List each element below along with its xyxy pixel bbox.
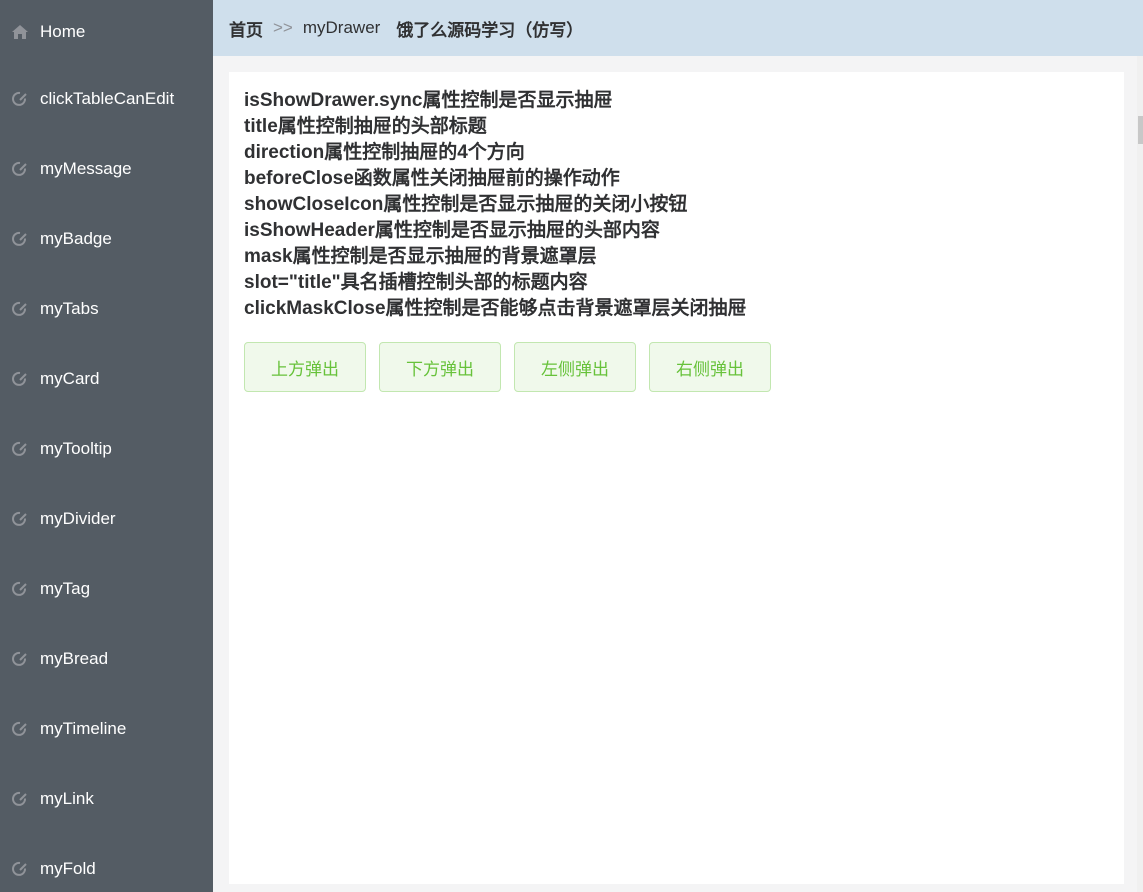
sidebar-item-clicktablecanedit[interactable]: clickTableCanEdit — [0, 64, 213, 134]
edit-icon — [10, 509, 30, 529]
breadcrumb: 首页 >> myDrawer 饿了么源码学习（仿写） — [213, 0, 1143, 56]
open-left-drawer-button[interactable]: 左侧弹出 — [514, 342, 636, 392]
description-line: direction属性控制抽屉的4个方向 — [244, 142, 525, 163]
open-right-drawer-button[interactable]: 右侧弹出 — [649, 342, 771, 392]
home-icon — [10, 22, 30, 42]
sidebar-item-mytooltip[interactable]: myTooltip — [0, 414, 213, 484]
edit-icon — [10, 229, 30, 249]
sidebar-item-label: myFold — [40, 859, 96, 878]
edit-icon — [10, 649, 30, 669]
sidebar-item-mybadge[interactable]: myBadge — [0, 204, 213, 274]
description-line: isShowHeader属性控制是否显示抽屉的头部内容 — [244, 220, 660, 241]
edit-icon — [10, 159, 30, 179]
description-line: mask属性控制是否显示抽屉的背景遮罩层 — [244, 246, 597, 267]
sidebar-item-mytimeline[interactable]: myTimeline — [0, 694, 213, 764]
edit-icon — [10, 369, 30, 389]
description-line: slot="title"具名插槽控制头部的标题内容 — [244, 272, 588, 293]
sidebar-item-label: clickTableCanEdit — [40, 89, 175, 108]
sidebar-item-label: myCard — [40, 369, 100, 388]
open-top-drawer-button[interactable]: 上方弹出 — [244, 342, 366, 392]
sidebar-item-label: myMessage — [40, 159, 132, 178]
sidebar-item-mylink[interactable]: myLink — [0, 764, 213, 834]
sidebar-item-mytag[interactable]: myTag — [0, 554, 213, 624]
description-line: beforeClose函数属性关闭抽屉前的操作动作 — [244, 168, 620, 189]
open-bottom-drawer-button[interactable]: 下方弹出 — [379, 342, 501, 392]
sidebar-item-myfold[interactable]: myFold — [0, 834, 213, 892]
sidebar-item-mydivider[interactable]: myDivider — [0, 484, 213, 554]
sidebar-item-mymessage[interactable]: myMessage — [0, 134, 213, 204]
sidebar-item-label: myLink — [40, 789, 94, 808]
description-line: clickMaskClose属性控制是否能够点击背景遮罩层关闭抽屉 — [244, 298, 747, 319]
scrollbar-thumb[interactable] — [1138, 116, 1143, 144]
drawer-button-group: 上方弹出 下方弹出 左侧弹出 右侧弹出 — [244, 342, 1109, 392]
sidebar-item-label: Home — [40, 22, 86, 41]
edit-icon — [10, 579, 30, 599]
breadcrumb-home-link[interactable]: 首页 — [229, 16, 263, 41]
description-line: isShowDrawer.sync属性控制是否显示抽屉 — [244, 90, 613, 111]
description-line: showCloseIcon属性控制是否显示抽屉的关闭小按钮 — [244, 194, 688, 215]
edit-icon — [10, 859, 30, 879]
header-subtitle: 饿了么源码学习（仿写） — [396, 20, 584, 40]
edit-icon — [10, 719, 30, 739]
vertical-scrollbar[interactable] — [1137, 56, 1143, 892]
edit-icon — [10, 89, 30, 109]
edit-icon — [10, 789, 30, 809]
sidebar-item-label: myTabs — [40, 299, 99, 318]
sidebar-item-label: myDivider — [40, 509, 116, 528]
edit-icon — [10, 299, 30, 319]
breadcrumb-separator: >> — [273, 18, 293, 37]
description-line: title属性控制抽屉的头部标题 — [244, 116, 487, 137]
sidebar-menu: Home clickTableCanEdit myMessage myBadge… — [0, 0, 213, 892]
breadcrumb-current: myDrawer — [302, 18, 381, 37]
sidebar-item-label: myTimeline — [40, 719, 127, 738]
sidebar-item-home[interactable]: Home — [0, 0, 213, 64]
sidebar-item-label: myTooltip — [40, 439, 112, 458]
sidebar-item-mybread[interactable]: myBread — [0, 624, 213, 694]
main-content: isShowDrawer.sync属性控制是否显示抽屉 title属性控制抽屉的… — [229, 72, 1124, 884]
edit-icon — [10, 439, 30, 459]
sidebar-item-label: myBread — [40, 649, 109, 668]
sidebar-item-label: myBadge — [40, 229, 112, 248]
sidebar-item-mycard[interactable]: myCard — [0, 344, 213, 414]
sidebar-item-label: myTag — [40, 579, 91, 598]
sidebar-item-mytabs[interactable]: myTabs — [0, 274, 213, 344]
